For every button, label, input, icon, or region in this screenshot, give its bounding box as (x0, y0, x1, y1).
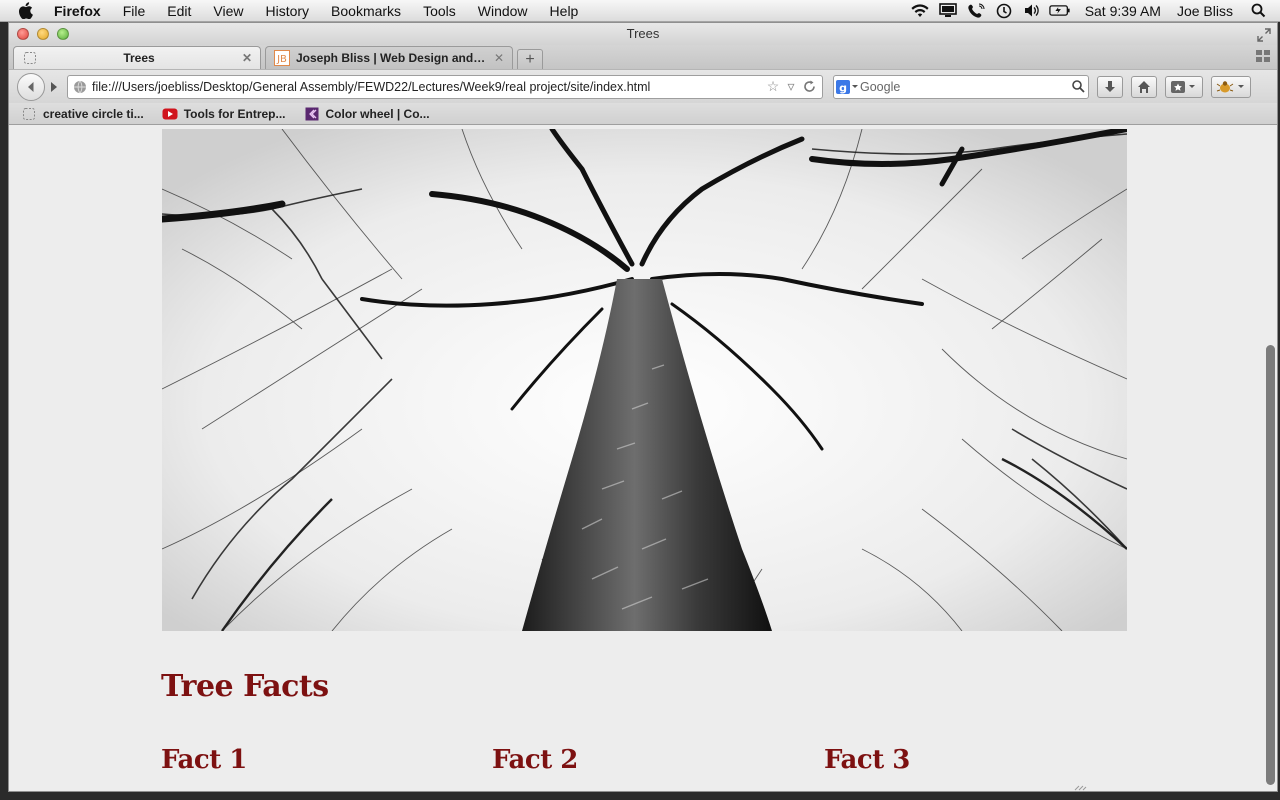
globe-icon[interactable] (72, 79, 88, 95)
tab-title: Trees (123, 51, 155, 65)
close-window-button[interactable] (17, 28, 29, 40)
jb-favicon-icon: JB (274, 50, 290, 66)
bookmark-creative-circle[interactable]: creative circle ti... (21, 107, 144, 121)
bookmarks-menu-button[interactable] (1165, 75, 1203, 98)
resize-grip-icon[interactable] (1073, 785, 1087, 791)
menubar-user[interactable]: Joe Bliss (1177, 3, 1233, 19)
menu-tools[interactable]: Tools (423, 3, 456, 19)
blank-page-icon (21, 107, 37, 121)
close-tab-icon[interactable]: ✕ (240, 51, 254, 65)
bookmark-label: Color wheel | Co... (325, 106, 430, 121)
menu-app-name[interactable]: Firefox (54, 3, 101, 19)
window-titlebar: Trees (9, 23, 1277, 45)
battery-icon[interactable] (1048, 3, 1071, 19)
menu-view[interactable]: View (213, 3, 243, 19)
svg-text:JB: JB (276, 54, 287, 65)
bookmark-label: Tools for Entrep... (183, 106, 286, 121)
tab-trees[interactable]: Trees ✕ (13, 46, 261, 69)
bookmark-color-wheel[interactable]: Color wheel | Co... (304, 107, 430, 121)
browser-window: Trees Trees ✕ JB Joseph Bliss | Web Desi… (8, 22, 1278, 792)
search-bar[interactable]: g (833, 74, 1089, 99)
tab-strip: Trees ✕ JB Joseph Bliss | Web Design and… (9, 45, 1277, 69)
url-history-dropdown-icon[interactable]: ▿ (782, 78, 800, 95)
new-tab-button[interactable]: + (517, 49, 543, 69)
menu-edit[interactable]: Edit (167, 3, 191, 19)
volume-icon[interactable] (1021, 3, 1043, 19)
youtube-icon (162, 107, 178, 121)
menu-file[interactable]: File (123, 3, 146, 19)
url-text[interactable]: file:///Users/joebliss/Desktop/General A… (92, 80, 764, 94)
fact-heading-3: Fact 3 (824, 745, 910, 775)
fullscreen-icon[interactable] (1257, 27, 1271, 42)
phone-icon[interactable] (965, 3, 987, 19)
fact-heading-2: Fact 2 (492, 745, 578, 775)
google-icon[interactable]: g (834, 77, 860, 97)
window-controls (17, 28, 69, 40)
bookmark-tools-for-entrepreneurs[interactable]: Tools for Entrep... (162, 107, 286, 121)
bookmark-star-icon[interactable]: ☆ (764, 78, 782, 95)
reload-icon[interactable] (800, 80, 818, 93)
home-button[interactable] (1131, 75, 1157, 98)
window-title: Trees (626, 26, 660, 41)
hero-tree-image (162, 129, 1127, 631)
downloads-button[interactable] (1097, 75, 1123, 98)
menu-bookmarks[interactable]: Bookmarks (331, 3, 401, 19)
tab-title: Joseph Bliss | Web Design and ... (296, 51, 487, 65)
wifi-icon[interactable] (909, 3, 931, 19)
blank-page-icon (22, 50, 38, 66)
minimize-window-button[interactable] (37, 28, 49, 40)
forward-button[interactable] (43, 76, 65, 98)
menu-window[interactable]: Window (478, 3, 528, 19)
zoom-window-button[interactable] (57, 28, 69, 40)
vertical-scrollbar[interactable] (1266, 345, 1275, 785)
search-icon[interactable] (1068, 80, 1088, 93)
menu-history[interactable]: History (265, 3, 309, 19)
adobe-kuler-icon (304, 107, 320, 121)
time-machine-icon[interactable] (993, 3, 1015, 19)
navigation-toolbar: file:///Users/joebliss/Desktop/General A… (9, 69, 1277, 103)
display-icon[interactable] (937, 3, 959, 19)
menu-bar: Firefox File Edit View History Bookmarks… (0, 0, 1280, 22)
menubar-clock[interactable]: Sat 9:39 AM (1085, 3, 1161, 19)
search-input[interactable] (860, 79, 1068, 94)
menu-help[interactable]: Help (550, 3, 579, 19)
apple-menu-icon[interactable] (18, 2, 40, 19)
firebug-menu-button[interactable] (1211, 75, 1251, 98)
fact-heading-1: Fact 1 (161, 745, 247, 775)
spotlight-search-icon[interactable] (1251, 3, 1266, 18)
page-content: Tree Facts Fact 1 Fact 2 Fact 3 (9, 129, 1277, 791)
tab-groups-icon[interactable] (1255, 49, 1271, 63)
page-title: Tree Facts (161, 669, 329, 704)
close-tab-icon[interactable]: ✕ (492, 51, 506, 65)
back-button[interactable] (17, 72, 45, 101)
svg-text:g: g (839, 81, 847, 94)
bookmark-label: creative circle ti... (43, 106, 144, 121)
tab-joseph-bliss[interactable]: JB Joseph Bliss | Web Design and ... ✕ (265, 46, 513, 69)
bookmarks-toolbar: creative circle ti... Tools for Entrep..… (9, 103, 1277, 125)
url-bar[interactable]: file:///Users/joebliss/Desktop/General A… (67, 74, 823, 99)
